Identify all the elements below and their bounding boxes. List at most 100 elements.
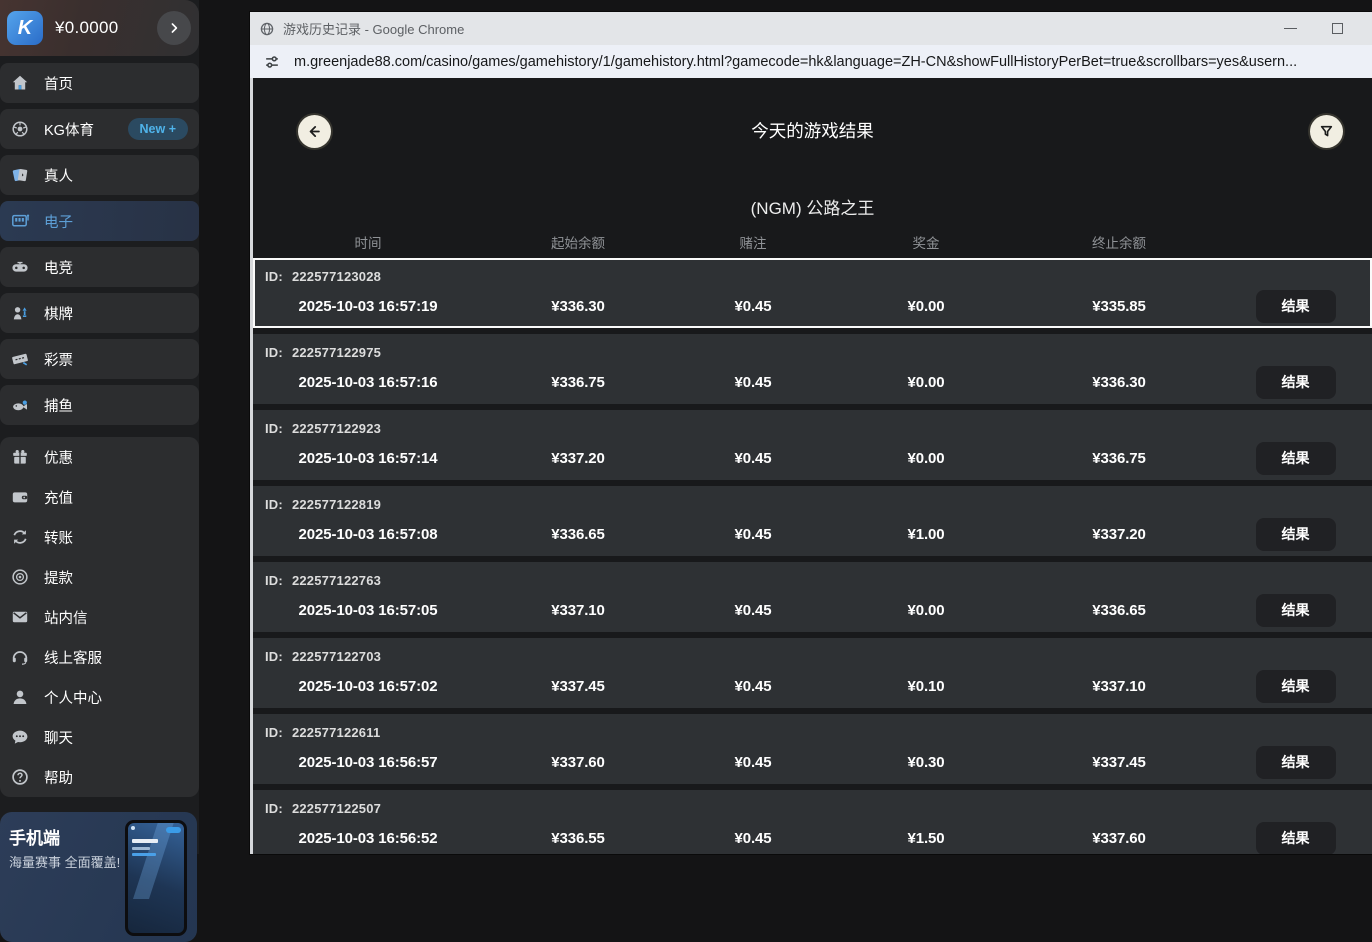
chrome-popup-window: 游戏历史记录 - Google Chrome m.greenjade88.com…	[250, 12, 1372, 854]
table-row: ID: 222577122819 2025-10-03 16:57:08 ¥336…	[253, 486, 1372, 556]
back-button[interactable]	[298, 115, 331, 148]
result-button[interactable]: 结果	[1255, 365, 1336, 399]
cell-end-balance: ¥336.65	[1092, 601, 1146, 619]
sidebar-item-deposit[interactable]: 充值	[0, 477, 199, 517]
cell-time: 2025-10-03 16:56:52	[298, 829, 438, 847]
sidebar-item-home[interactable]: 首页	[0, 63, 199, 103]
sidebar-item-transfer[interactable]: 转账	[0, 517, 199, 557]
table-row: ID: 222577123028 2025-10-03 16:57:19 ¥336…	[253, 258, 1372, 328]
chevron-right-icon	[171, 23, 178, 33]
table-header: 时间 起始余额 赌注 奖金 终止余额	[253, 232, 1372, 252]
row-cells: 2025-10-03 16:57:19 ¥336.30 ¥0.45 ¥0.00 …	[253, 284, 1372, 328]
sidebar-item-lottery[interactable]: 彩票	[0, 339, 199, 379]
sidebar-item-promotions[interactable]: 优惠	[0, 437, 199, 477]
result-button[interactable]: 结果	[1255, 669, 1336, 703]
cell-prize: ¥0.30	[907, 753, 945, 771]
row-id-line: ID: 222577122703	[265, 649, 381, 664]
wallet-icon	[9, 487, 31, 507]
col-end-balance: 终止余额	[1092, 236, 1146, 251]
mail-icon	[9, 607, 31, 627]
result-button[interactable]: 结果	[1255, 821, 1336, 854]
sidebar-item-support[interactable]: 线上客服	[0, 637, 199, 677]
url-bar[interactable]: m.greenjade88.com/casino/games/gamehisto…	[250, 45, 1372, 78]
cell-end-balance: ¥337.45	[1092, 753, 1146, 771]
cell-bet: ¥0.45	[734, 601, 772, 619]
sidebar-item-slots[interactable]: 电子	[0, 201, 199, 241]
cell-bet: ¥0.45	[734, 753, 772, 771]
page-title: 今天的游戏结果	[751, 121, 874, 141]
result-button[interactable]: 结果	[1255, 441, 1336, 475]
minimize-button[interactable]	[1267, 12, 1313, 45]
cell-start-balance: ¥337.10	[551, 601, 605, 619]
sidebar-item-label: 充值	[44, 490, 73, 507]
row-id-line: ID: 222577122763	[265, 573, 381, 588]
cell-end-balance: ¥336.75	[1092, 449, 1146, 467]
sidebar-item-help[interactable]: 帮助	[0, 757, 199, 797]
col-prize: 奖金	[912, 236, 940, 251]
balance-card: K ¥0.0000	[0, 0, 199, 56]
maximize-button[interactable]	[1314, 12, 1360, 45]
cell-prize: ¥0.10	[907, 677, 945, 695]
tune-icon[interactable]	[263, 53, 281, 71]
cell-bet: ¥0.45	[734, 829, 772, 847]
cell-time: 2025-10-03 16:57:16	[298, 373, 438, 391]
page-header: 今天的游戏结果	[253, 115, 1372, 148]
sidebar-item-sports[interactable]: KG体育 New +	[0, 109, 199, 149]
home-icon	[9, 73, 31, 93]
sidebar-item-chess[interactable]: 棋牌	[0, 293, 199, 333]
cell-prize: ¥0.00	[907, 449, 945, 467]
result-button[interactable]: 结果	[1255, 517, 1336, 551]
mobile-app-promo-card[interactable]: 手机端 海量赛事 全面覆盖!	[0, 812, 197, 942]
cell-time: 2025-10-03 16:57:14	[298, 449, 438, 467]
fish-icon	[9, 395, 31, 415]
sidebar-item-profile[interactable]: 个人中心	[0, 677, 199, 717]
row-cells: 2025-10-03 16:57:02 ¥337.45 ¥0.45 ¥0.10 …	[253, 664, 1372, 708]
sidebar-item-label: KG体育	[44, 122, 94, 139]
cell-start-balance: ¥336.65	[551, 525, 605, 543]
sidebar-item-label: 站内信	[44, 610, 88, 627]
history-rows: ID: 222577123028 2025-10-03 16:57:19 ¥336…	[253, 258, 1372, 854]
sidebar-item-label: 彩票	[44, 352, 73, 369]
balance-expand-button[interactable]	[157, 11, 191, 45]
sidebar-item-fishing[interactable]: 捕鱼	[0, 385, 199, 425]
cell-start-balance: ¥337.45	[551, 677, 605, 695]
sidebar-item-label: 线上客服	[44, 650, 102, 667]
brand-logo[interactable]: K	[7, 11, 43, 45]
sidebar-item-esports[interactable]: 电竞	[0, 247, 199, 287]
funnel-icon	[1320, 125, 1333, 137]
sidebar-item-label: 个人中心	[44, 690, 102, 707]
sidebar-item-chat[interactable]: 聊天	[0, 717, 199, 757]
soccer-icon	[9, 119, 31, 139]
sidebar-item-label: 转账	[44, 530, 73, 547]
cell-start-balance: ¥336.55	[551, 829, 605, 847]
cell-bet: ¥0.45	[734, 677, 772, 695]
cell-time: 2025-10-03 16:57:19	[298, 297, 438, 315]
cards-icon	[9, 165, 31, 185]
cell-end-balance: ¥337.20	[1092, 525, 1146, 543]
sidebar-item-inbox[interactable]: 站内信	[0, 597, 199, 637]
row-id-prefix: ID:	[265, 649, 283, 664]
sidebar-item-live[interactable]: 真人	[0, 155, 199, 195]
result-button[interactable]: 结果	[1255, 289, 1336, 323]
row-id-value: 222577122923	[291, 421, 382, 436]
cell-bet: ¥0.45	[734, 525, 772, 543]
cell-end-balance: ¥337.60	[1092, 829, 1146, 847]
cell-end-balance: ¥336.30	[1092, 373, 1146, 391]
result-button[interactable]: 结果	[1255, 593, 1336, 627]
window-titlebar[interactable]: 游戏历史记录 - Google Chrome	[250, 12, 1372, 45]
balance-amount: ¥0.0000	[55, 18, 119, 37]
result-button[interactable]: 结果	[1255, 745, 1336, 779]
cell-bet: ¥0.45	[734, 373, 772, 391]
row-id-prefix: ID:	[265, 801, 283, 816]
row-id-line: ID: 222577122611	[265, 725, 380, 740]
filter-button[interactable]	[1310, 115, 1343, 148]
promo-title: 手机端	[9, 829, 60, 848]
cell-start-balance: ¥337.60	[551, 753, 605, 771]
gift-icon	[9, 447, 31, 467]
sidebar-item-label: 电竞	[44, 260, 73, 277]
row-id-prefix: ID:	[265, 345, 283, 360]
sidebar-item-withdraw[interactable]: 提款	[0, 557, 199, 597]
url-text[interactable]: m.greenjade88.com/casino/games/gamehisto…	[294, 54, 1297, 70]
globe-favicon	[260, 22, 274, 35]
row-id-prefix: ID:	[265, 269, 283, 284]
